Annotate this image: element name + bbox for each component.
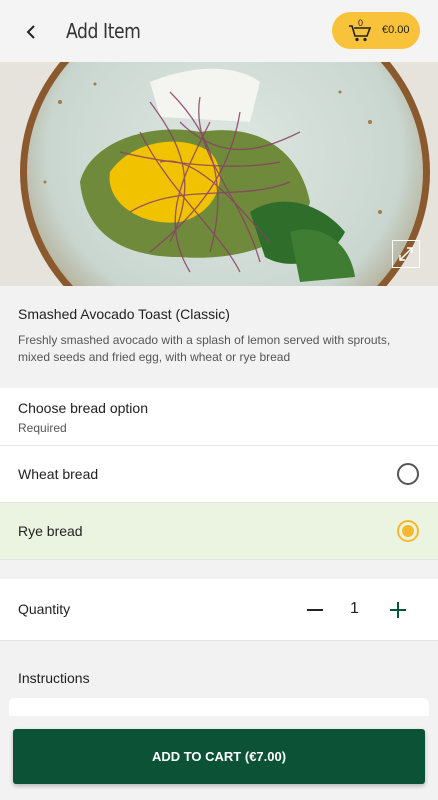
- option-rye-bread[interactable]: Rye bread: [0, 503, 438, 560]
- add-to-cart-button[interactable]: ADD TO CART (€7.00): [13, 729, 425, 784]
- page-title: Add Item: [66, 19, 141, 43]
- option-label: Rye bread: [18, 523, 83, 539]
- cart-count-badge: 0: [358, 18, 364, 28]
- option-group-required: Required: [18, 421, 67, 435]
- bread-option-header: Choose bread option Required: [0, 388, 438, 446]
- expand-icon: [399, 247, 413, 261]
- top-bar: Add Item 0 €0.00: [0, 0, 438, 62]
- food-photo: [0, 62, 438, 286]
- back-button[interactable]: [18, 19, 44, 45]
- option-group-title: Choose bread option: [18, 400, 148, 416]
- minus-icon: [307, 609, 323, 611]
- quantity-row: Quantity 1: [0, 579, 438, 641]
- option-label: Wheat bread: [18, 466, 99, 482]
- option-wheat-bread[interactable]: Wheat bread: [0, 446, 438, 503]
- quantity-label: Quantity: [18, 601, 71, 617]
- item-info: Smashed Avocado Toast (Classic) Freshly …: [0, 286, 438, 388]
- expand-image-button[interactable]: [392, 240, 420, 268]
- item-name: Smashed Avocado Toast (Classic): [18, 306, 230, 322]
- increase-quantity-button[interactable]: [386, 598, 410, 622]
- item-image: [0, 62, 438, 286]
- quantity-value: 1: [350, 600, 359, 617]
- cart-button[interactable]: 0 €0.00: [332, 12, 420, 49]
- radio-selected[interactable]: [397, 520, 419, 542]
- item-description: Freshly smashed avocado with a splash of…: [18, 333, 391, 364]
- chevron-left-icon: [26, 25, 35, 39]
- instructions-title: Instructions: [18, 670, 90, 686]
- radio-unselected[interactable]: [397, 463, 419, 485]
- plus-icon: [390, 602, 406, 618]
- decrease-quantity-button[interactable]: [304, 599, 326, 621]
- cart-total: €0.00: [382, 24, 410, 36]
